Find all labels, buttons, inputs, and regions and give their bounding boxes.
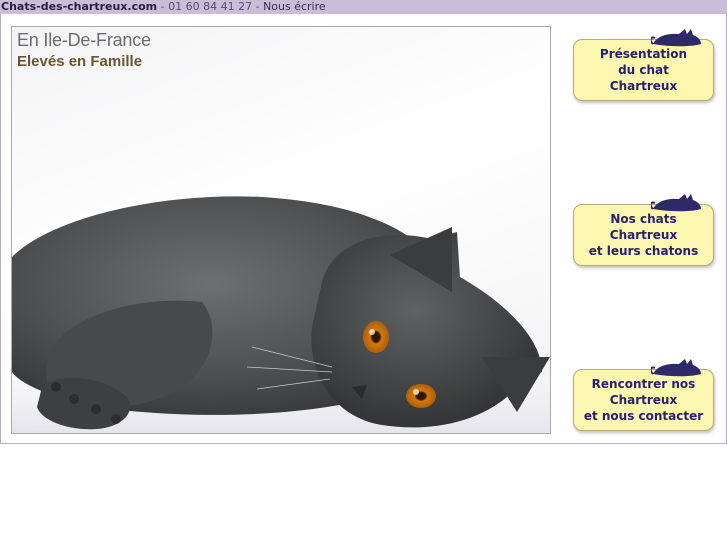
nav-button-contact[interactable]: Rencontrer nos Chartreux et nous contact… [573,359,714,431]
hero-image: En Ile-De-France Elevés en Famille [11,26,551,434]
hero-caption-location: En Ile-De-France [17,30,151,50]
phone-number: 01 60 84 41 27 [168,0,253,13]
separator: - [252,0,264,13]
separator: - [157,0,169,13]
nav-button-presentation[interactable]: Présentation du chat Chartreux [573,29,714,101]
cat-silhouette-icon [651,194,701,212]
nav-button-label: Présentation du chat Chartreux [599,47,688,93]
cat-photo-illustration [12,196,550,433]
hero-caption-tagline: Elevés en Famille [17,53,143,70]
cat-silhouette-icon [651,359,701,377]
top-bar: Chats-des-chartreux.com - 01 60 84 41 27… [0,0,727,14]
contact-link[interactable]: Nous écrire [263,0,326,13]
site-name: Chats-des-chartreux.com [1,0,158,13]
cat-silhouette-icon [651,29,701,47]
nav-button-our-cats[interactable]: Nos chats Chartreux et leurs chatons [573,194,714,266]
nav-button-label: Nos chats Chartreux et leurs chatons [588,212,699,258]
nav-button-label: Rencontrer nos Chartreux et nous contact… [583,377,704,423]
